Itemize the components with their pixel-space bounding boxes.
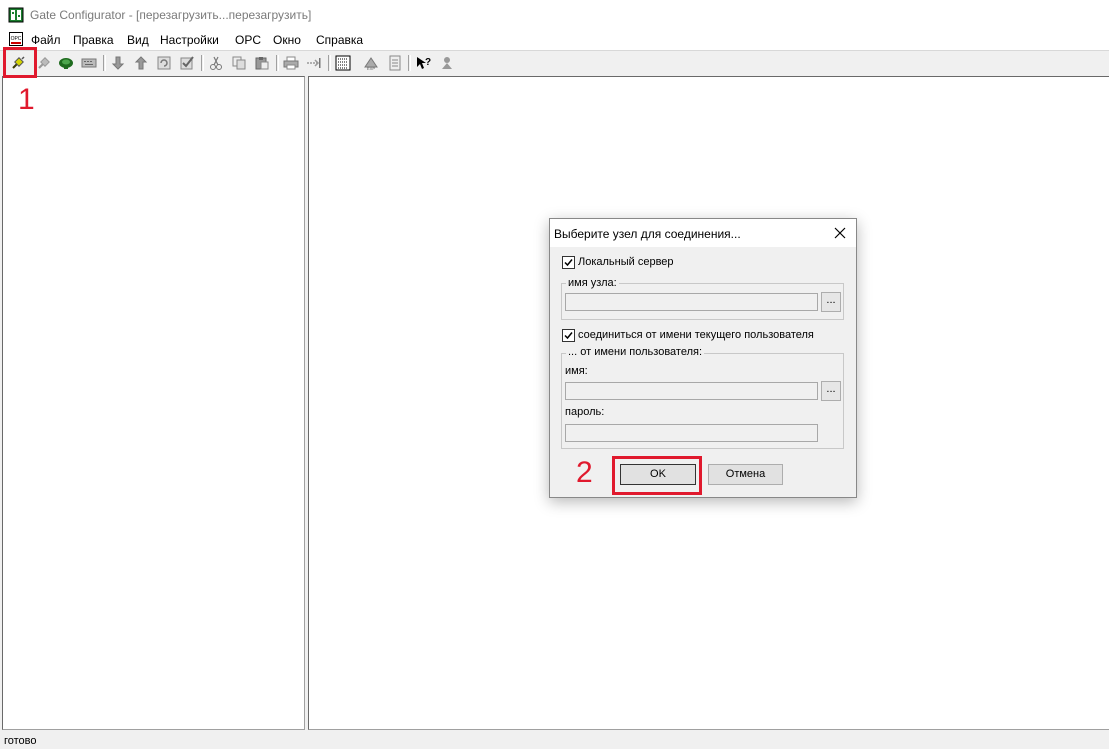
menu-opc[interactable]: OPC (235, 33, 261, 47)
window-title: Gate Configurator - [перезагрузить...пер… (30, 8, 312, 22)
refresh-icon[interactable] (155, 54, 173, 72)
local-server-label: Локальный сервер (578, 256, 674, 268)
dialog-title: Выберите узел для соединения... (554, 227, 741, 241)
app-icon (8, 7, 24, 23)
username-label: имя: (565, 365, 588, 377)
svg-text:OPC: OPC (11, 36, 22, 42)
connect-dialog: Выберите узел для соединения... Локальны… (549, 218, 857, 498)
menu-file[interactable]: Файл (31, 33, 61, 47)
copy-icon[interactable] (230, 54, 248, 72)
current-user-checkbox[interactable] (562, 329, 575, 342)
keyboard-icon[interactable] (80, 54, 98, 72)
node-group-label: имя узла: (566, 277, 619, 289)
menu-help[interactable]: Справка (316, 33, 363, 47)
tree-pane[interactable] (2, 76, 305, 730)
svg-text:EXP: EXP (367, 66, 375, 71)
status-bar: готово (0, 731, 1109, 749)
annotation-box-ok (612, 456, 702, 495)
username-field[interactable] (565, 382, 818, 400)
annotation-box-connect (3, 47, 37, 78)
disconnect-icon[interactable] (35, 54, 53, 72)
node-name-field[interactable] (565, 293, 818, 311)
arrow-down-icon[interactable] (109, 54, 127, 72)
menu-edit[interactable]: Правка (73, 33, 114, 47)
document-icon[interactable] (386, 54, 404, 72)
annotation-number-2: 2 (576, 456, 593, 489)
password-field[interactable] (565, 424, 818, 442)
password-label: пароль: (565, 406, 605, 418)
cut-icon[interactable] (207, 54, 225, 72)
local-server-checkbox[interactable] (562, 256, 575, 269)
list-icon[interactable] (334, 54, 352, 72)
document-menu-icon[interactable]: OPC (8, 31, 24, 47)
network-icon[interactable] (57, 54, 75, 72)
tools-icon[interactable] (438, 54, 456, 72)
menu-settings[interactable]: Настройки (160, 33, 219, 47)
user-group-label: ... от имени пользователя: (566, 346, 705, 358)
print-icon[interactable] (282, 54, 300, 72)
username-browse-button[interactable]: ... (821, 381, 841, 401)
arrow-up-icon[interactable] (132, 54, 150, 72)
paste-icon[interactable] (253, 54, 271, 72)
menu-bar: OPC Файл Правка Вид Настройки OPC Окно С… (0, 30, 1109, 50)
menu-window[interactable]: Окно (273, 33, 301, 47)
current-user-label: соединиться от имени текущего пользовате… (578, 329, 814, 341)
cancel-button[interactable]: Отмена (708, 464, 783, 485)
svg-text:?: ? (425, 57, 431, 68)
title-bar: Gate Configurator - [перезагрузить...пер… (0, 0, 1109, 30)
node-browse-button[interactable]: ... (821, 292, 841, 312)
dialog-title-bar: Выберите узел для соединения... (550, 219, 856, 247)
check-icon[interactable] (178, 54, 196, 72)
help-icon[interactable]: ? (414, 54, 432, 72)
close-icon[interactable] (832, 225, 848, 241)
annotation-number-1: 1 (18, 83, 35, 116)
toolbar: EXP ? (0, 50, 1109, 76)
export-icon[interactable]: EXP (362, 54, 380, 72)
forward-icon[interactable] (305, 54, 323, 72)
status-text: готово (4, 735, 37, 747)
menu-view[interactable]: Вид (127, 33, 149, 47)
